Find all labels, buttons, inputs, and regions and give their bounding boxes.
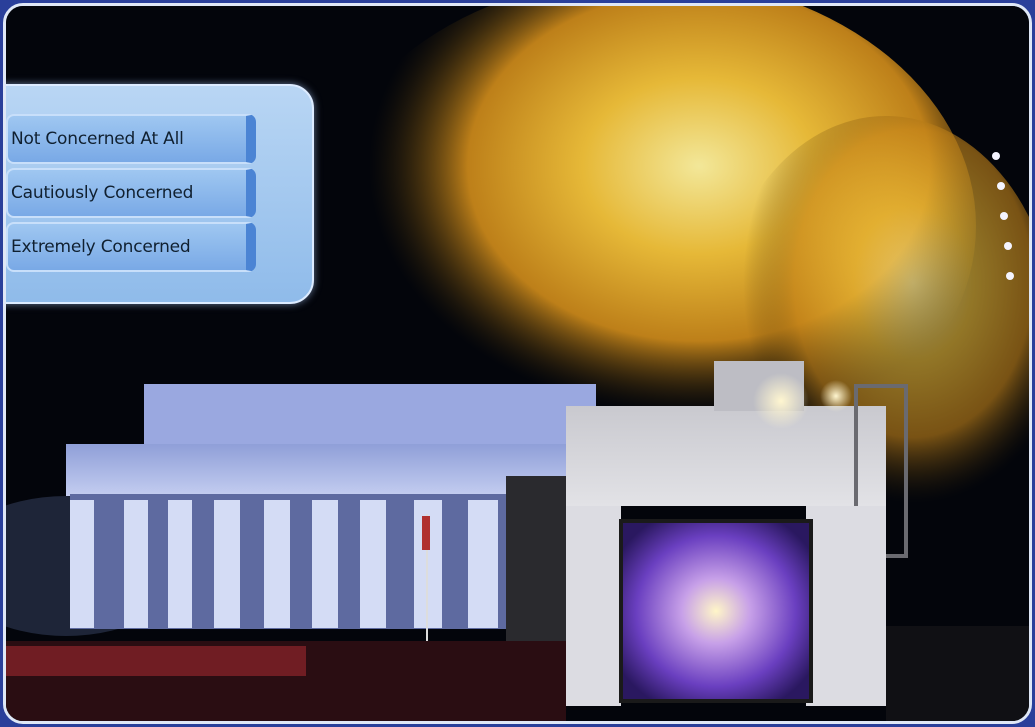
ground-right	[886, 626, 1029, 721]
flag	[422, 516, 430, 550]
video-screen	[619, 519, 813, 703]
memorial-columns	[70, 500, 498, 628]
stage-column-left	[566, 506, 621, 706]
option-extremely-concerned-button[interactable]: Extremely Concerned	[6, 222, 256, 272]
memorial-entablature	[66, 444, 566, 496]
crowd-red-lights	[6, 646, 306, 676]
stage-spotlight	[820, 380, 852, 412]
stage-truss	[506, 476, 566, 656]
stage-column-right	[806, 506, 886, 706]
memorial-attic	[144, 384, 596, 446]
image-frame: Not Concerned At All Cautiously Concerne…	[3, 3, 1032, 724]
option-not-concerned-button[interactable]: Not Concerned At All	[6, 114, 256, 164]
option-cautiously-concerned-button[interactable]: Cautiously Concerned	[6, 168, 256, 218]
stage-facade-top	[566, 406, 886, 506]
answer-options-panel: Not Concerned At All Cautiously Concerne…	[6, 84, 314, 304]
stage-spotlight	[753, 373, 809, 429]
